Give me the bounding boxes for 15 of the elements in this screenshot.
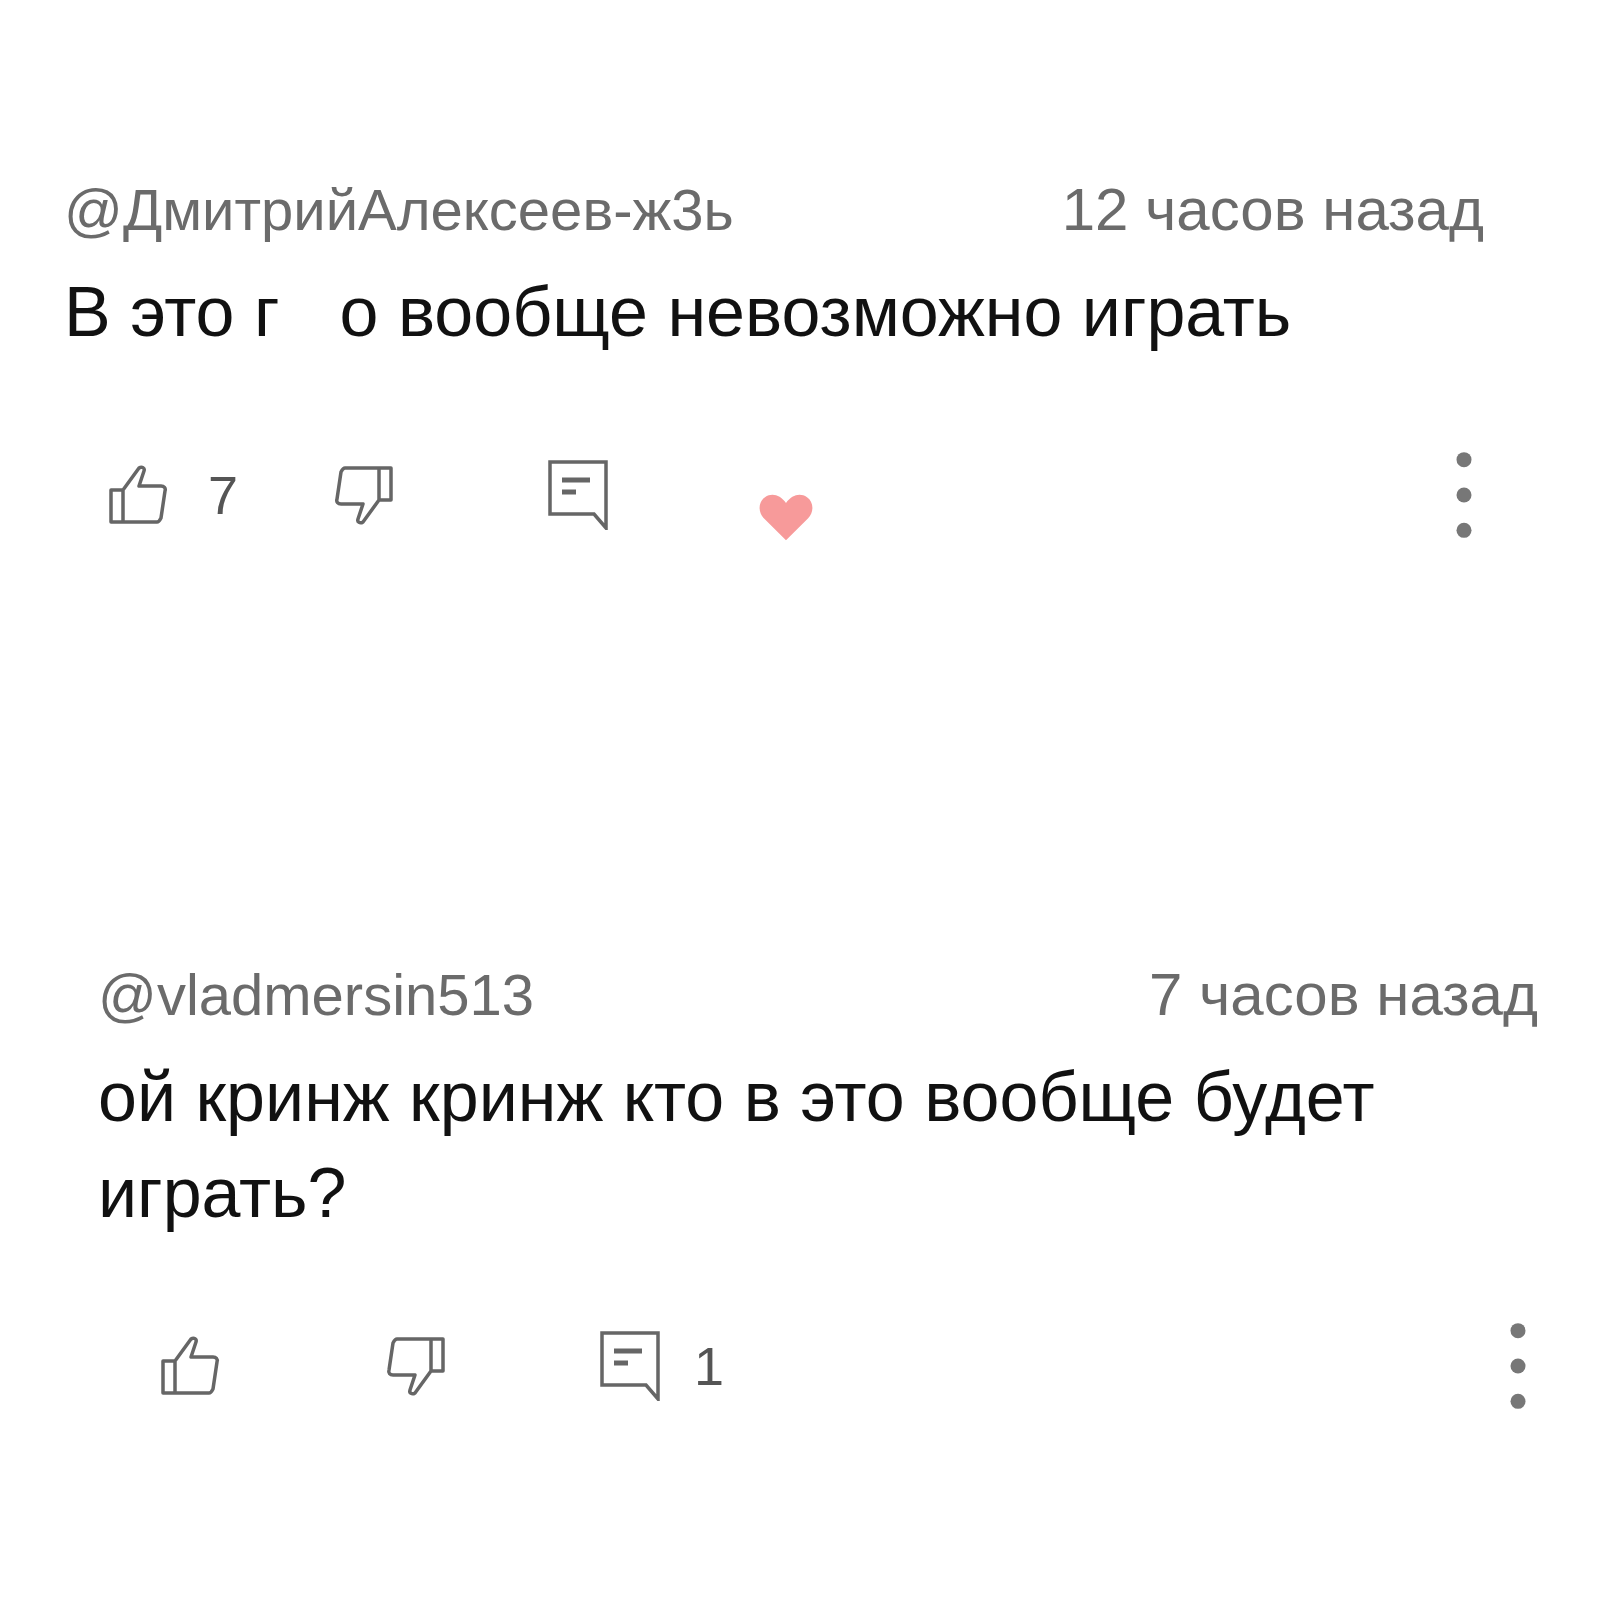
comment-author[interactable]: @ДмитрийАлексеев-ж3ь bbox=[64, 176, 734, 243]
kebab-menu-icon bbox=[1454, 450, 1474, 540]
reply-button[interactable] bbox=[600, 1331, 660, 1401]
comment-time: 7 часов назад bbox=[1149, 960, 1538, 1029]
comment-text: ой кринж кринж кто в это вообще будет играть? bbox=[98, 1057, 1376, 1234]
comment-text: В это г bbox=[64, 272, 280, 353]
kebab-menu-icon bbox=[1508, 1321, 1528, 1411]
comment-icon bbox=[600, 1331, 660, 1401]
reply-count: 1 bbox=[694, 1335, 725, 1397]
comment-time: 12 часов назад bbox=[1061, 175, 1484, 244]
comment-text: о вообще невозможно играть bbox=[339, 272, 1292, 353]
like-count: 7 bbox=[208, 464, 239, 526]
comment-icon bbox=[548, 460, 608, 530]
comment-author[interactable]: @vladmersin513 bbox=[98, 961, 535, 1028]
reply-button[interactable] bbox=[548, 460, 608, 530]
